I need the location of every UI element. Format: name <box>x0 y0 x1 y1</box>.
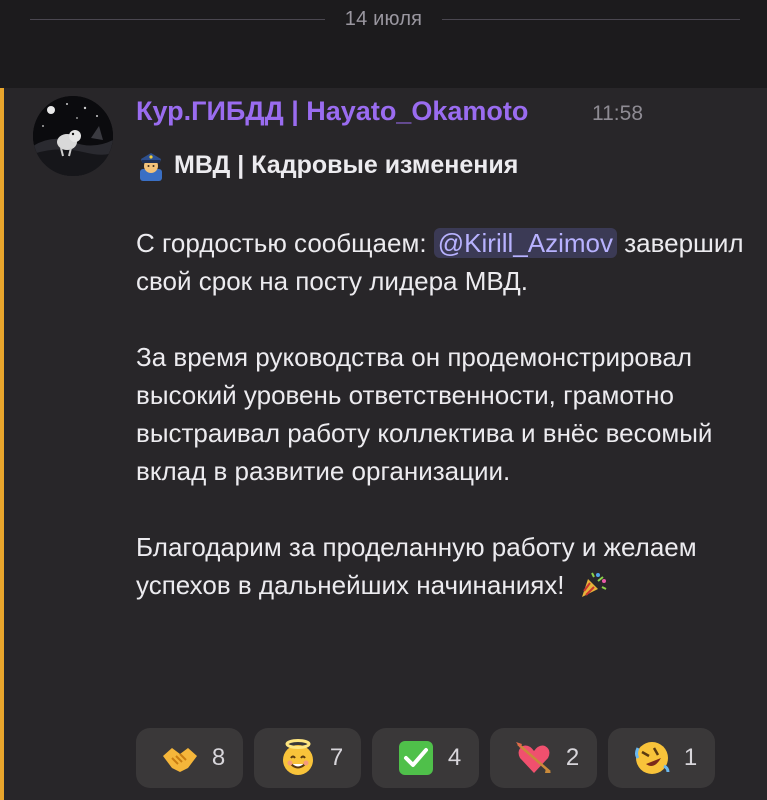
user-mention-link[interactable]: @Kirill_Azimov <box>433 228 617 258</box>
check-mark-icon <box>398 741 433 775</box>
reaction-count: 7 <box>329 744 344 771</box>
date-divider-right <box>442 19 740 20</box>
reaction-heart-arrow[interactable]: 2 <box>490 728 597 788</box>
heart-arrow-icon <box>515 742 551 773</box>
reaction-count: 1 <box>683 744 698 771</box>
message-title-row: МВД | Кадровые изменения <box>136 148 518 182</box>
party-popper-icon <box>581 572 607 597</box>
reaction-count: 2 <box>565 744 580 771</box>
reaction-rofl[interactable]: 1 <box>608 728 715 788</box>
reaction-check-mark[interactable]: 4 <box>372 728 479 788</box>
handshake-icon <box>162 748 197 772</box>
reaction-halo-smile[interactable]: 7 <box>254 728 361 788</box>
author-avatar[interactable] <box>33 96 113 176</box>
avatar-night-scene-icon <box>33 96 113 176</box>
smiling-face-halo-icon <box>282 739 313 775</box>
reaction-count: 8 <box>211 744 226 771</box>
reactions-bar: 8 7 4 2 1 <box>136 728 715 788</box>
paragraph-2: За время руководства он продемонстрирова… <box>136 342 713 486</box>
paragraph-1-start: С гордостью сообщаем: <box>136 228 434 258</box>
rofl-icon <box>634 742 670 774</box>
paragraph-1: С гордостью сообщаем: @Kirill_Azimov зав… <box>136 224 746 300</box>
paragraph-3: Благодарим за проделанную работу и желае… <box>136 528 746 604</box>
police-officer-icon <box>140 153 162 181</box>
message-title: МВД | Кадровые изменения <box>174 150 519 179</box>
message-accent-bar <box>0 88 4 800</box>
reaction-count: 4 <box>447 744 462 771</box>
author-name[interactable]: Кур.ГИБДД | Hayato_Okamoto <box>136 96 528 127</box>
message-body: С гордостью сообщаем: @Kirill_Azimov зав… <box>136 224 746 604</box>
date-separator: 14 июля <box>0 0 767 88</box>
message-time: 11:58 <box>592 102 643 125</box>
paragraph-3-text: Благодарим за проделанную работу и желае… <box>136 532 697 600</box>
chat-message: Кур.ГИБДД | Hayato_Okamoto 11:58 МВД | К… <box>0 88 767 800</box>
reaction-handshake[interactable]: 8 <box>136 728 243 788</box>
